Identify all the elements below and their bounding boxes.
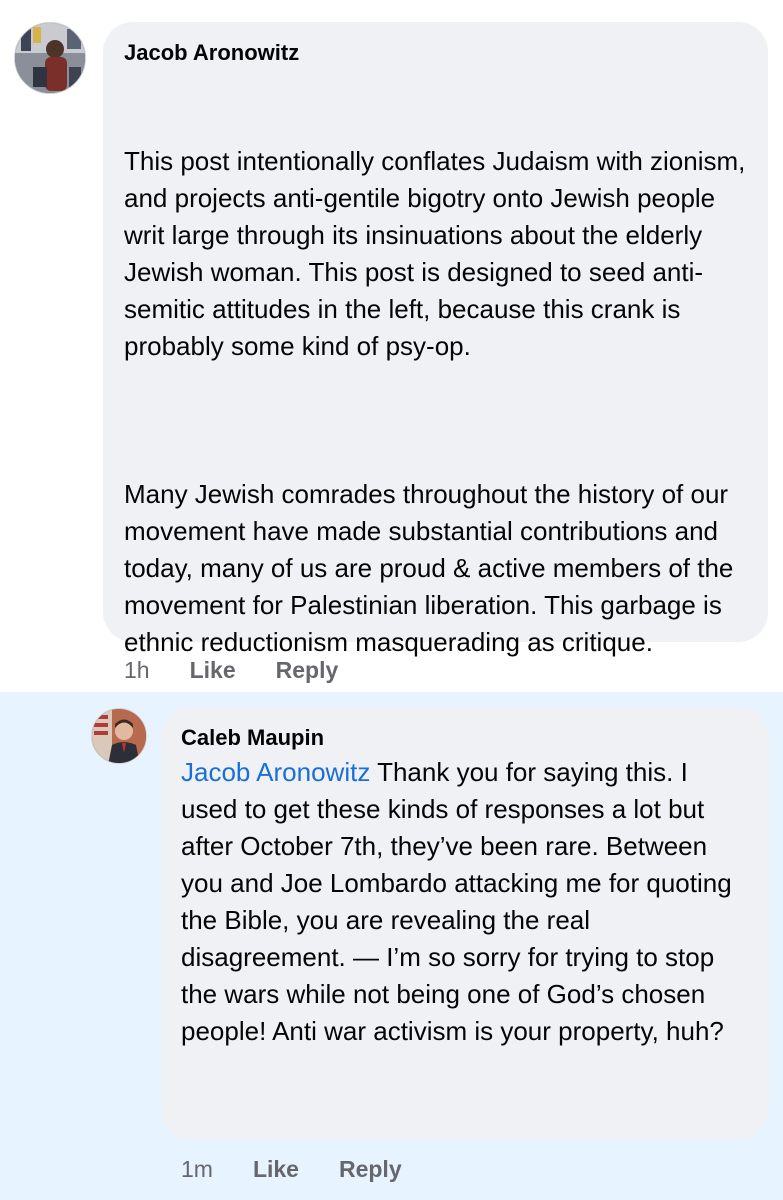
comment-paragraph: Many Jewish comrades throughout the hist… [124, 479, 741, 657]
reply-button[interactable]: Reply [276, 656, 339, 684]
avatar[interactable] [14, 22, 86, 94]
like-button[interactable]: Like [190, 656, 236, 684]
like-button[interactable]: Like [253, 1155, 299, 1183]
comment-author[interactable]: Jacob Aronowitz [124, 39, 746, 67]
reply-actions: 1m Like Reply [181, 1155, 402, 1183]
reply-body: Thank you for saying this. I used to get… [181, 757, 739, 1046]
mention-link[interactable]: Jacob Aronowitz [181, 757, 370, 787]
reply-avatar[interactable] [91, 708, 147, 764]
reply-bubble: Caleb Maupin Jacob Aronowitz Thank you f… [161, 707, 769, 1139]
comment-text: This post intentionally conflates Judais… [124, 69, 746, 735]
profile-photo [15, 23, 85, 93]
reply-text: Jacob Aronowitz Thank you for saying thi… [181, 754, 749, 1050]
reply-author[interactable]: Caleb Maupin [181, 724, 749, 752]
comment-bubble: Jacob Aronowitz This post intentionally … [103, 22, 768, 657]
comment-timestamp[interactable]: 1h [124, 656, 150, 684]
profile-photo [92, 709, 146, 763]
reply-timestamp[interactable]: 1m [181, 1155, 213, 1183]
reply-button[interactable]: Reply [339, 1155, 402, 1183]
comment-actions: 1h Like Reply [124, 656, 338, 684]
comment-paragraph: This post intentionally conflates Judais… [124, 146, 753, 361]
